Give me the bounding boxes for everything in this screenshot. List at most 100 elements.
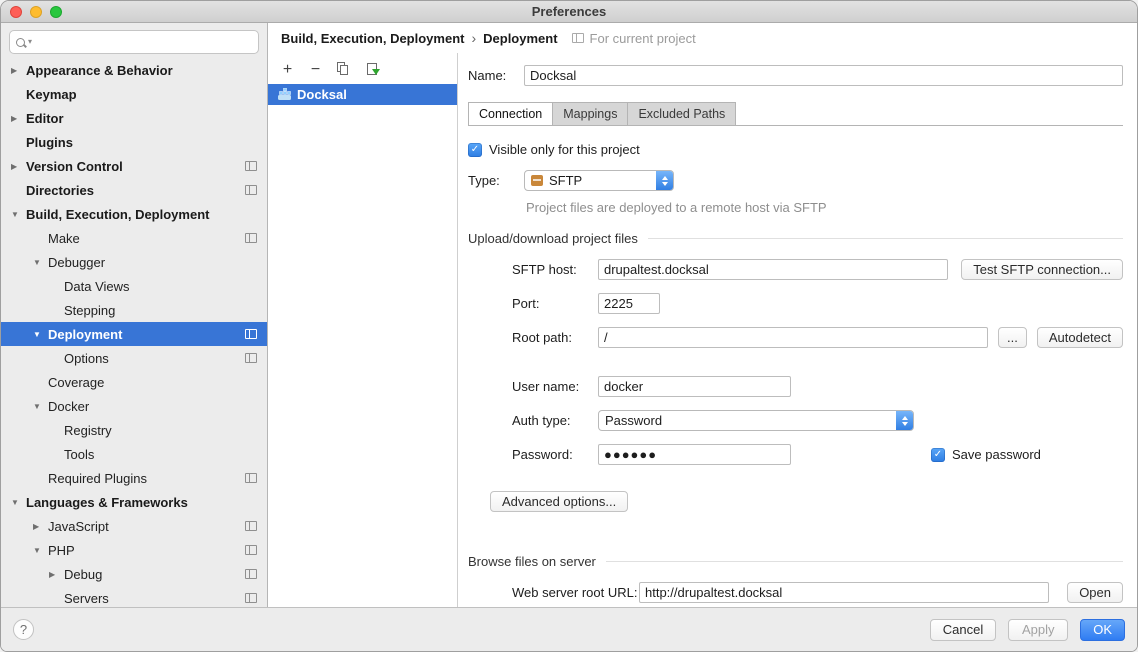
sidebar-item-deployment[interactable]: ▼Deployment bbox=[1, 322, 267, 346]
port-input[interactable] bbox=[598, 293, 660, 314]
breadcrumb-deployment[interactable]: Deployment bbox=[483, 31, 557, 46]
type-select[interactable]: SFTP bbox=[524, 170, 674, 191]
scope-label: For current project bbox=[590, 31, 696, 46]
name-row: Name: bbox=[468, 65, 1123, 86]
web-root-url-input[interactable] bbox=[639, 582, 1049, 603]
open-button[interactable]: Open bbox=[1067, 582, 1123, 603]
sidebar-item-editor[interactable]: ▶Editor bbox=[1, 106, 267, 130]
password-label: Password: bbox=[512, 447, 598, 462]
sidebar-item-coverage[interactable]: Coverage bbox=[1, 370, 267, 394]
settings-search-box[interactable]: ▾ bbox=[9, 30, 259, 54]
tab-connection[interactable]: Connection bbox=[468, 102, 553, 125]
settings-tree: ▶Appearance & Behavior Keymap ▶Editor Pl… bbox=[1, 58, 267, 607]
sidebar-item-languages-frameworks[interactable]: ▼Languages & Frameworks bbox=[1, 490, 267, 514]
deployment-form: Name: Connection Mappings Excluded Paths… bbox=[458, 53, 1137, 607]
upload-section-header: Upload/download project files bbox=[468, 231, 1123, 246]
apply-button[interactable]: Apply bbox=[1008, 619, 1068, 641]
breadcrumb-separator-icon: › bbox=[471, 31, 476, 45]
import-server-button[interactable] bbox=[364, 62, 379, 77]
user-name-row: User name: bbox=[512, 376, 1123, 397]
project-settings-indicator-icon bbox=[245, 593, 257, 603]
web-root-label: Web server root URL: bbox=[512, 585, 639, 600]
save-password-checkbox[interactable]: ✓ bbox=[931, 448, 945, 462]
plus-icon: + bbox=[283, 63, 292, 76]
user-name-label: User name: bbox=[512, 379, 598, 394]
name-label: Name: bbox=[468, 68, 524, 83]
sftp-type-icon bbox=[531, 175, 543, 186]
upload-section-title: Upload/download project files bbox=[468, 231, 638, 246]
auth-type-row: Auth type: Password bbox=[512, 410, 1123, 431]
copy-server-button[interactable] bbox=[336, 62, 351, 77]
password-input[interactable] bbox=[598, 444, 791, 465]
sidebar-item-tools[interactable]: Tools bbox=[1, 442, 267, 466]
root-path-input[interactable] bbox=[598, 327, 988, 348]
sidebar-item-plugins[interactable]: Plugins bbox=[1, 130, 267, 154]
test-sftp-connection-button[interactable]: Test SFTP connection... bbox=[961, 259, 1123, 280]
browse-root-path-button[interactable]: ... bbox=[998, 327, 1027, 348]
user-name-input[interactable] bbox=[598, 376, 791, 397]
sidebar-item-appearance-behavior[interactable]: ▶Appearance & Behavior bbox=[1, 58, 267, 82]
sidebar-item-docker[interactable]: ▼Docker bbox=[1, 394, 267, 418]
settings-content: Build, Execution, Deployment › Deploymen… bbox=[268, 23, 1137, 607]
port-label: Port: bbox=[512, 296, 598, 311]
chevron-right-icon: ▶ bbox=[49, 570, 55, 579]
section-divider bbox=[606, 561, 1123, 562]
sidebar-item-data-views[interactable]: Data Views bbox=[1, 274, 267, 298]
sidebar-item-keymap[interactable]: Keymap bbox=[1, 82, 267, 106]
auth-type-select[interactable]: Password bbox=[598, 410, 914, 431]
sidebar-item-make[interactable]: Make bbox=[1, 226, 267, 250]
search-options-chevron-icon: ▾ bbox=[28, 38, 32, 46]
server-item-label: Docksal bbox=[297, 87, 347, 102]
type-value: SFTP bbox=[549, 173, 656, 188]
project-settings-indicator-icon bbox=[245, 233, 257, 243]
zoom-button[interactable] bbox=[50, 6, 62, 18]
server-list-toolbar: + − bbox=[268, 57, 457, 81]
visible-only-checkbox[interactable]: ✓ bbox=[468, 143, 482, 157]
name-input[interactable] bbox=[524, 65, 1123, 86]
sidebar-item-options[interactable]: Options bbox=[1, 346, 267, 370]
breadcrumb-build-execution-deployment[interactable]: Build, Execution, Deployment bbox=[281, 31, 464, 46]
sidebar-item-stepping[interactable]: Stepping bbox=[1, 298, 267, 322]
scope-indicator: For current project bbox=[572, 31, 696, 46]
sidebar-item-php[interactable]: ▼PHP bbox=[1, 538, 267, 562]
remove-server-button[interactable]: − bbox=[308, 62, 323, 77]
project-settings-indicator-icon bbox=[245, 185, 257, 195]
stepper-icon bbox=[896, 410, 913, 431]
sidebar-item-debugger[interactable]: ▼Debugger bbox=[1, 250, 267, 274]
sidebar-item-version-control[interactable]: ▶Version Control bbox=[1, 154, 267, 178]
minus-icon: − bbox=[311, 63, 320, 76]
save-password-row: ✓ Save password bbox=[931, 447, 1041, 462]
sidebar-item-build-execution-deployment[interactable]: ▼Build, Execution, Deployment bbox=[1, 202, 267, 226]
minimize-button[interactable] bbox=[30, 6, 42, 18]
tab-mappings[interactable]: Mappings bbox=[552, 102, 628, 125]
type-label: Type: bbox=[468, 173, 524, 188]
sidebar-item-javascript[interactable]: ▶JavaScript bbox=[1, 514, 267, 538]
sidebar-item-directories[interactable]: Directories bbox=[1, 178, 267, 202]
autodetect-button[interactable]: Autodetect bbox=[1037, 327, 1123, 348]
cancel-button[interactable]: Cancel bbox=[930, 619, 996, 641]
docksal-icon bbox=[278, 88, 291, 101]
check-icon: ✓ bbox=[471, 145, 479, 155]
add-server-button[interactable]: + bbox=[280, 62, 295, 77]
section-divider bbox=[648, 238, 1123, 239]
sidebar-item-required-plugins[interactable]: Required Plugins bbox=[1, 466, 267, 490]
main-area: ▾ ▶Appearance & Behavior Keymap ▶Editor … bbox=[1, 23, 1137, 607]
server-list-item-docksal[interactable]: Docksal bbox=[268, 84, 457, 105]
chevron-down-icon: ▼ bbox=[11, 210, 19, 219]
ok-button[interactable]: OK bbox=[1080, 619, 1125, 641]
tab-excluded-paths[interactable]: Excluded Paths bbox=[627, 102, 736, 125]
chevron-down-icon: ▼ bbox=[33, 402, 41, 411]
sidebar-item-servers[interactable]: Servers bbox=[1, 586, 267, 607]
sftp-host-input[interactable] bbox=[598, 259, 948, 280]
settings-search-input[interactable] bbox=[35, 35, 252, 49]
sidebar-item-registry[interactable]: Registry bbox=[1, 418, 267, 442]
chevron-right-icon: ▶ bbox=[33, 522, 39, 531]
auth-type-label: Auth type: bbox=[512, 413, 598, 428]
sidebar-item-debug[interactable]: ▶Debug bbox=[1, 562, 267, 586]
upload-fields: SFTP host: Test SFTP connection... Port:… bbox=[512, 246, 1123, 465]
advanced-options-button[interactable]: Advanced options... bbox=[490, 491, 628, 512]
visible-only-label: Visible only for this project bbox=[489, 142, 640, 157]
chevron-right-icon: ▶ bbox=[11, 114, 17, 123]
close-button[interactable] bbox=[10, 6, 22, 18]
help-button[interactable]: ? bbox=[13, 619, 34, 640]
